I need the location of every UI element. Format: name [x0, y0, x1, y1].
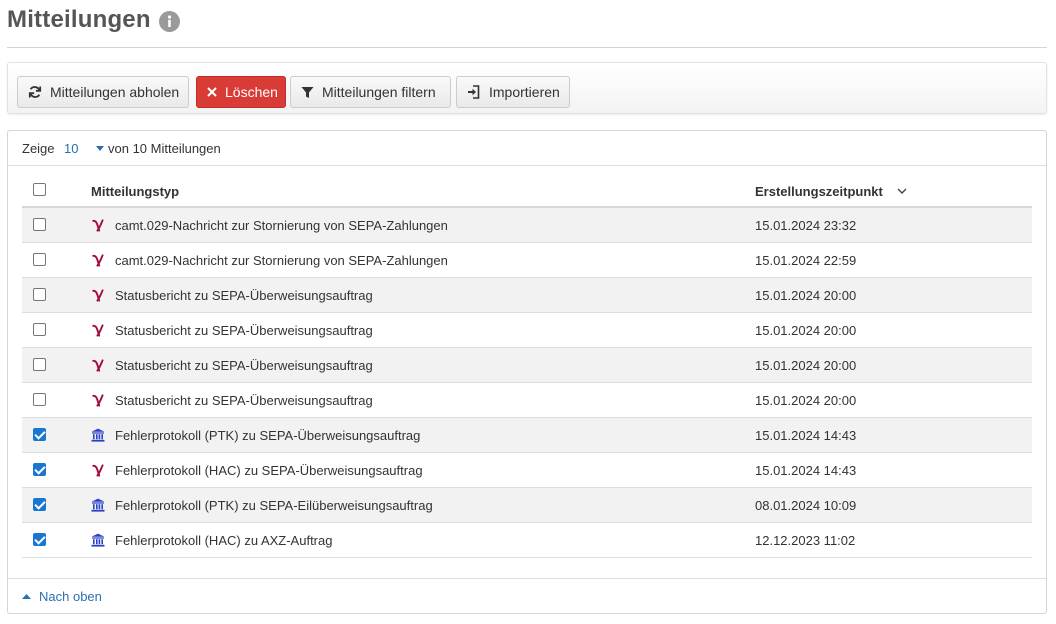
- y-logo-icon: [92, 219, 104, 232]
- y-logo-icon: [92, 359, 104, 372]
- filter-messages-label: Mitteilungen filtern: [322, 84, 436, 100]
- row-checkbox[interactable]: [33, 533, 46, 546]
- row-checkbox[interactable]: [33, 463, 46, 476]
- table-row[interactable]: Fehlerprotokoll (PTK) zu SEPA-Überweisun…: [22, 418, 1032, 453]
- page-size-select[interactable]: 10: [64, 141, 78, 156]
- pager: Zeige 10 von 10 Mitteilungen: [8, 131, 1046, 166]
- y-logo-icon: [92, 289, 104, 302]
- table-row[interactable]: Statusbericht zu SEPA-Überweisungsauftra…: [22, 383, 1032, 418]
- table-row[interactable]: Fehlerprotokoll (HAC) zu SEPA-Überweisun…: [22, 453, 1032, 488]
- y-logo-icon: [92, 324, 104, 337]
- delete-button[interactable]: Löschen: [196, 76, 286, 108]
- message-type-label[interactable]: Statusbericht zu SEPA-Überweisungsauftra…: [115, 358, 373, 373]
- bank-icon: [91, 428, 105, 442]
- message-type-label[interactable]: camt.029-Nachricht zur Stornierung von S…: [115, 218, 448, 233]
- row-checkbox[interactable]: [33, 253, 46, 266]
- message-type-label[interactable]: Statusbericht zu SEPA-Überweisungsauftra…: [115, 393, 373, 408]
- table-row[interactable]: Statusbericht zu SEPA-Überweisungsauftra…: [22, 348, 1032, 383]
- delete-label: Löschen: [225, 84, 278, 100]
- row-checkbox[interactable]: [33, 428, 46, 441]
- created-timestamp: 08.01.2024 10:09: [755, 498, 857, 513]
- message-type-label[interactable]: Statusbericht zu SEPA-Überweisungsauftra…: [115, 323, 373, 338]
- import-button[interactable]: Importieren: [456, 76, 570, 108]
- page-title: Mitteilungen: [7, 6, 151, 33]
- created-timestamp: 15.01.2024 22:59: [755, 253, 857, 268]
- table-row[interactable]: Statusbericht zu SEPA-Überweisungsauftra…: [22, 313, 1032, 348]
- created-timestamp: 12.12.2023 11:02: [755, 533, 856, 548]
- fetch-messages-button[interactable]: Mitteilungen abholen: [17, 76, 189, 108]
- column-header-type[interactable]: Mitteilungstyp: [91, 184, 179, 199]
- y-logo-icon: [92, 254, 104, 267]
- refresh-icon: [28, 86, 42, 98]
- created-timestamp: 15.01.2024 20:00: [755, 393, 857, 408]
- message-type-label[interactable]: Statusbericht zu SEPA-Überweisungsauftra…: [115, 288, 373, 303]
- message-type-label[interactable]: camt.029-Nachricht zur Stornierung von S…: [115, 253, 448, 268]
- row-checkbox[interactable]: [33, 218, 46, 231]
- created-timestamp: 15.01.2024 23:32: [755, 218, 857, 233]
- panel-footer: Nach oben: [8, 578, 1046, 614]
- total-count-label: von 10 Mitteilungen: [108, 141, 221, 156]
- import-label: Importieren: [489, 84, 560, 100]
- table-row[interactable]: Fehlerprotokoll (HAC) zu AXZ-Auftrag 12.1…: [22, 523, 1032, 558]
- fetch-messages-label: Mitteilungen abholen: [50, 84, 180, 100]
- bank-icon: [91, 533, 105, 547]
- info-icon[interactable]: [159, 11, 180, 32]
- toolbar: Mitteilungen abholen Löschen Mitteilunge…: [7, 62, 1047, 114]
- y-logo-icon: [92, 464, 104, 477]
- chevron-down-icon[interactable]: [897, 188, 907, 194]
- created-timestamp: 15.01.2024 20:00: [755, 323, 857, 338]
- message-type-label[interactable]: Fehlerprotokoll (HAC) zu SEPA-Überweisun…: [115, 463, 423, 478]
- filter-messages-button[interactable]: Mitteilungen filtern: [290, 76, 451, 108]
- import-icon: [468, 85, 480, 99]
- bank-icon: [91, 498, 105, 512]
- created-timestamp: 15.01.2024 20:00: [755, 288, 857, 303]
- message-type-label[interactable]: Fehlerprotokoll (PTK) zu SEPA-Eilüberwei…: [115, 498, 433, 513]
- page-header: Mitteilungen: [7, 0, 1047, 48]
- column-header-created[interactable]: Erstellungszeitpunkt: [755, 184, 883, 199]
- table-header: Mitteilungstyp Erstellungszeitpunkt: [22, 173, 1032, 208]
- back-to-top-label: Nach oben: [39, 589, 102, 604]
- table-row[interactable]: Statusbericht zu SEPA-Überweisungsauftra…: [22, 278, 1032, 313]
- caret-down-icon[interactable]: [96, 146, 104, 151]
- created-timestamp: 15.01.2024 20:00: [755, 358, 857, 373]
- created-timestamp: 15.01.2024 14:43: [755, 463, 857, 478]
- row-checkbox[interactable]: [33, 393, 46, 406]
- table-row[interactable]: camt.029-Nachricht zur Stornierung von S…: [22, 208, 1032, 243]
- row-checkbox[interactable]: [33, 288, 46, 301]
- table-row[interactable]: camt.029-Nachricht zur Stornierung von S…: [22, 243, 1032, 278]
- back-to-top-link[interactable]: Nach oben: [22, 589, 102, 604]
- row-checkbox[interactable]: [33, 498, 46, 511]
- message-type-label[interactable]: Fehlerprotokoll (PTK) zu SEPA-Überweisun…: [115, 428, 420, 443]
- row-checkbox[interactable]: [33, 323, 46, 336]
- messages-panel: Zeige 10 von 10 Mitteilungen Mitteilungs…: [7, 130, 1047, 614]
- y-logo-icon: [92, 394, 104, 407]
- message-type-label[interactable]: Fehlerprotokoll (HAC) zu AXZ-Auftrag: [115, 533, 332, 548]
- created-timestamp: 15.01.2024 14:43: [755, 428, 857, 443]
- caret-up-icon: [22, 594, 31, 599]
- filter-icon: [301, 86, 314, 98]
- row-checkbox[interactable]: [33, 358, 46, 371]
- select-all-checkbox[interactable]: [33, 183, 46, 196]
- show-label: Zeige: [22, 141, 55, 156]
- close-icon: [207, 87, 217, 97]
- table-row[interactable]: Fehlerprotokoll (PTK) zu SEPA-Eilüberwei…: [22, 488, 1032, 523]
